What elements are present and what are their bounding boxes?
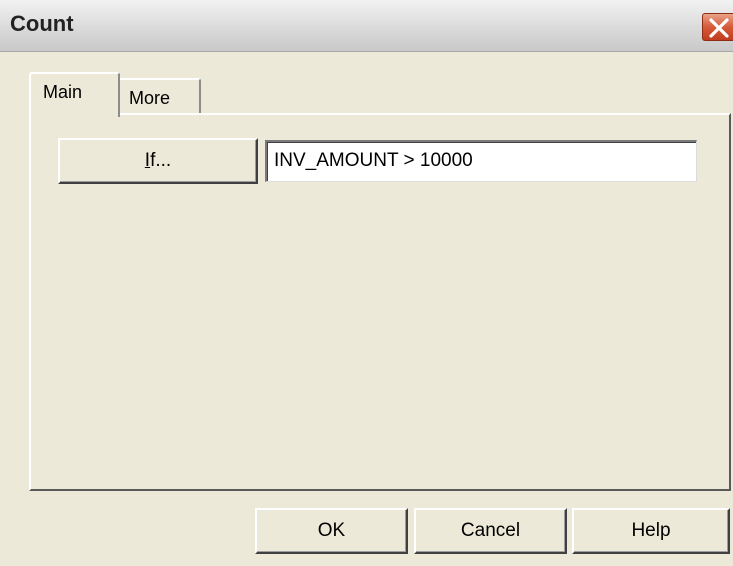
close-button[interactable] [702,13,733,41]
tab-main[interactable]: Main [29,72,120,117]
tab-main-label: Main [43,82,83,102]
if-expression-field[interactable]: INV_AMOUNT > 10000 [265,140,697,182]
tab-more[interactable]: More [118,78,201,114]
title-bar[interactable]: Count [0,0,733,52]
if-button-label: f... [150,150,172,171]
tab-more-label: More [129,88,171,108]
ok-button[interactable]: OK [255,508,408,554]
window-title: Count [10,11,74,36]
close-icon [709,18,729,38]
count-dialog: Count Main More If... INV_AMOUNT > 10000… [0,0,733,566]
cancel-button[interactable]: Cancel [414,508,567,554]
if-button[interactable]: If... [58,138,258,184]
help-button[interactable]: Help [572,508,730,554]
